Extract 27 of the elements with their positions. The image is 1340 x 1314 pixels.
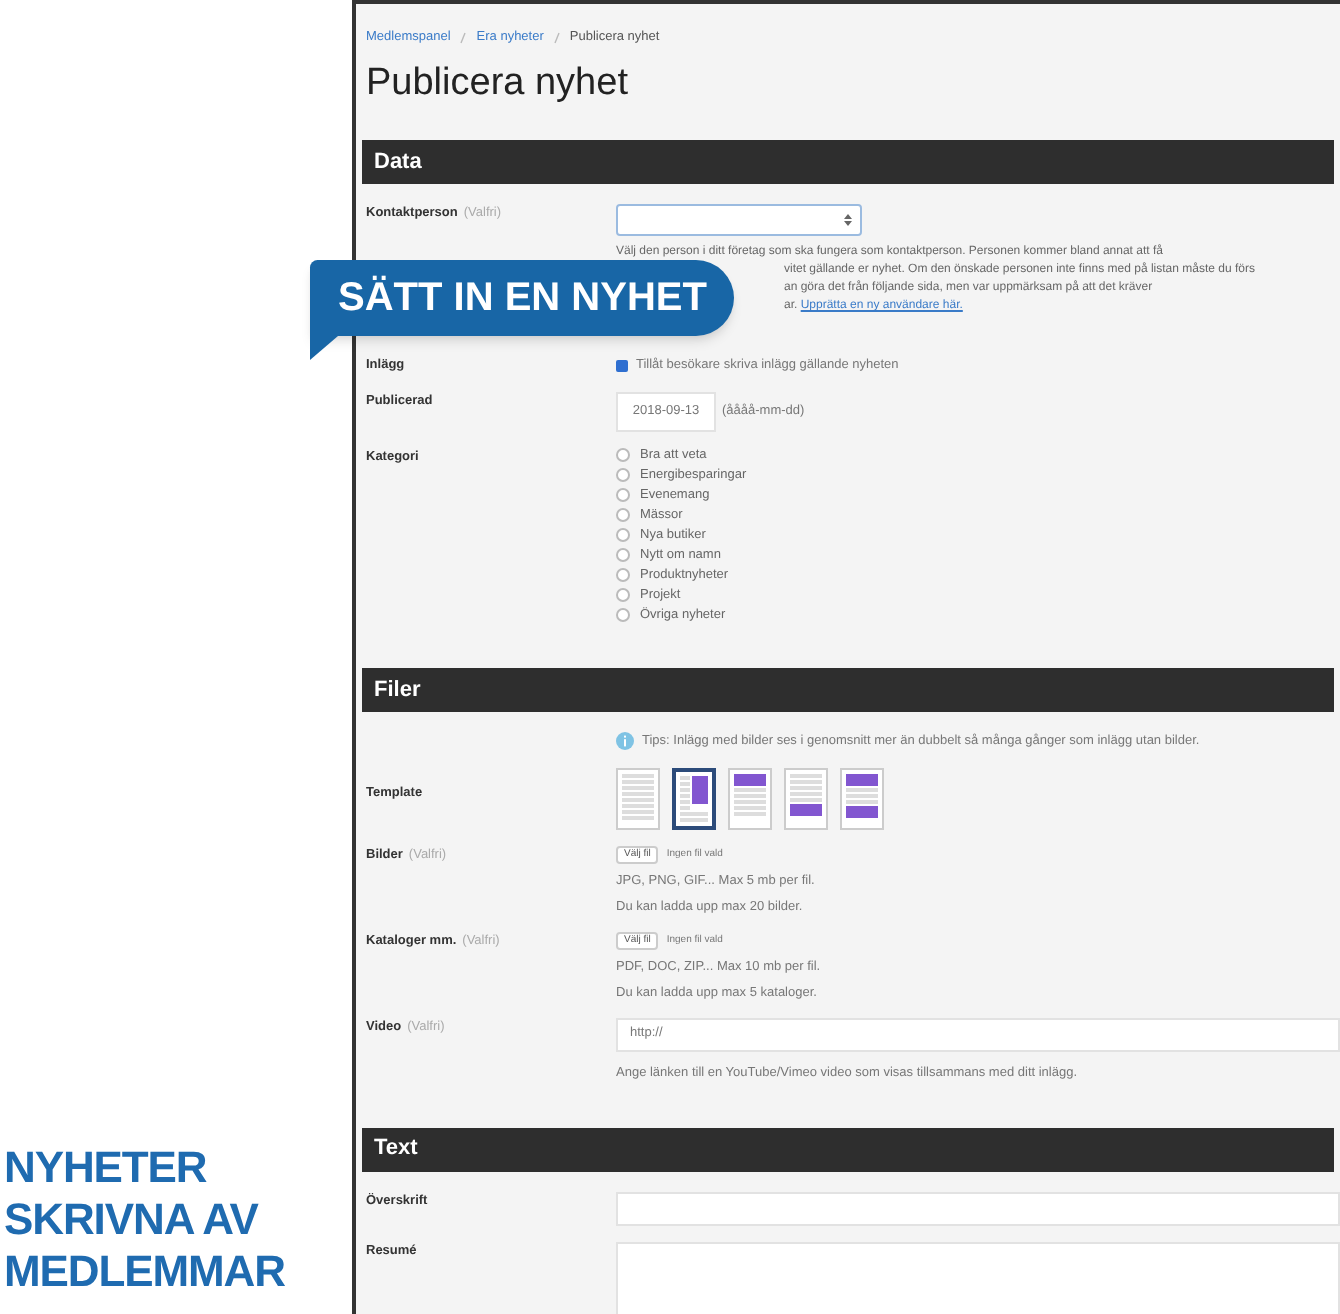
side-heading: NYHETER: [4, 1142, 209, 1194]
radio-button[interactable]: [616, 528, 630, 543]
side-heading: SKRIVNA AV: [4, 1194, 261, 1246]
section-header: Filer: [362, 668, 1334, 712]
radio-button[interactable]: [616, 588, 630, 603]
radio-button[interactable]: [616, 468, 630, 483]
section-header: Text: [362, 1127, 1334, 1171]
radio-button[interactable]: [616, 488, 630, 503]
checkbox[interactable]: [616, 359, 628, 372]
radio-button[interactable]: [616, 608, 630, 623]
heading-field[interactable]: [616, 1191, 1340, 1225]
section-header: Data: [362, 139, 1334, 184]
breadcrumb-separator-icon: [460, 31, 467, 44]
info-icon: [616, 732, 634, 751]
radio-button[interactable]: [616, 568, 630, 583]
select-arrows-icon: [844, 213, 852, 226]
breadcrumb-separator-icon: [553, 31, 560, 44]
callout-banner: SÄTT IN EN NYHET: [310, 260, 735, 336]
callout-tail: [310, 336, 338, 360]
page-title: Publicera nyhet: [364, 59, 630, 108]
side-heading: MEDLEMMAR: [4, 1246, 287, 1298]
template-thumbnail[interactable]: [672, 767, 716, 830]
radio-button[interactable]: [616, 508, 630, 523]
radio-button[interactable]: [616, 448, 630, 463]
summary-field[interactable]: [616, 1241, 1340, 1314]
contact-select[interactable]: [616, 203, 862, 236]
radio-button[interactable]: [616, 548, 630, 563]
